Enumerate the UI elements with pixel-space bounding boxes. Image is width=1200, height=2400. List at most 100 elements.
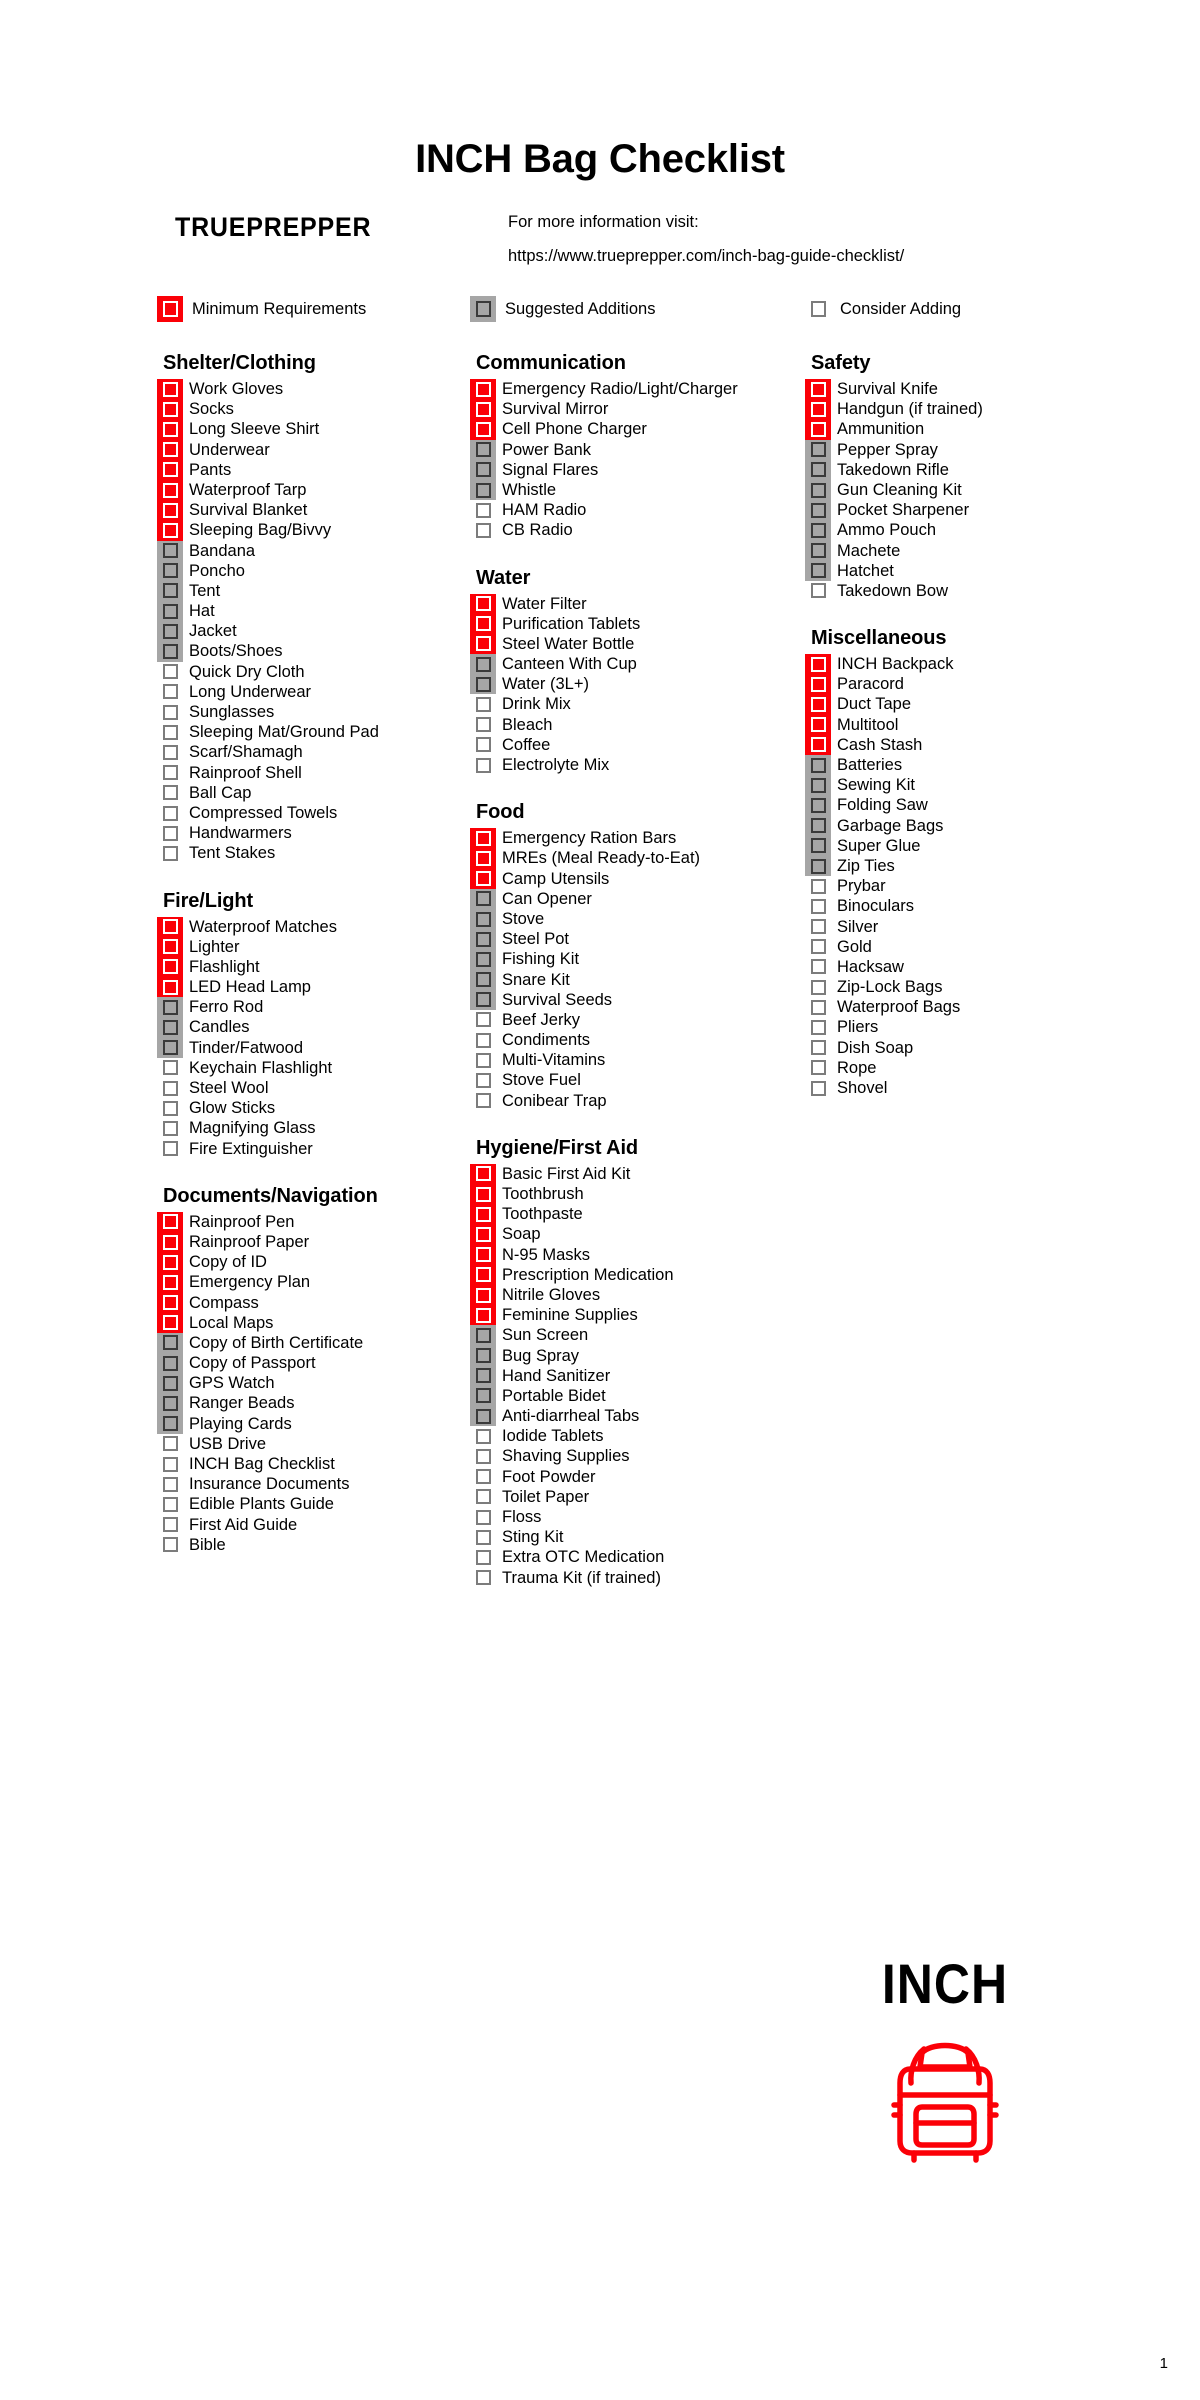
checklist-item[interactable]: Stove Fuel [470,1070,790,1090]
checklist-item[interactable]: Survival Seeds [470,989,790,1010]
checkbox-icon-gray[interactable] [157,1373,183,1394]
checkbox-icon-gray[interactable] [805,855,831,877]
checklist-item[interactable]: Hat [157,601,477,622]
checklist-item[interactable]: Toothpaste [470,1204,790,1225]
checkbox-icon-white[interactable] [470,1446,496,1466]
checkbox-icon-gray[interactable] [805,775,831,796]
checklist-item[interactable]: Super Glue [805,835,1125,856]
checklist-item[interactable]: Feminine Supplies [470,1305,790,1326]
checkbox-icon-red[interactable] [470,1284,496,1306]
checklist-item[interactable]: Steel Pot [470,929,790,950]
checkbox-icon-gray[interactable] [157,601,183,622]
checklist-item[interactable]: Sting Kit [470,1527,790,1547]
checkbox-icon-red[interactable] [157,520,183,541]
checklist-item[interactable]: Can Opener [470,888,790,909]
checklist-item[interactable]: Anti-diarrheal Tabs [470,1406,790,1427]
checkbox-icon-gray[interactable] [157,1393,183,1414]
checkbox-icon-red[interactable] [157,479,183,501]
checkbox-icon-gray[interactable] [470,908,496,930]
checkbox-icon-red[interactable] [157,399,183,420]
checkbox-icon-gray[interactable] [470,1345,496,1366]
checkbox-icon-white[interactable] [805,1017,831,1037]
checklist-item[interactable]: Ferro Rod [157,997,477,1018]
checklist-item[interactable]: Power Bank [470,439,790,460]
checkbox-icon-red[interactable] [470,593,496,614]
checklist-item[interactable]: Ranger Beads [157,1393,477,1414]
checkbox-icon-red[interactable] [805,714,831,735]
checkbox-icon-red[interactable] [157,956,183,978]
checklist-item[interactable]: Conibear Trap [470,1091,790,1111]
checklist-item[interactable]: Survival Blanket [157,500,477,521]
checklist-item[interactable]: Extra OTC Medication [470,1547,790,1567]
checkbox-icon-red[interactable] [470,828,496,849]
checkbox-icon-white[interactable] [157,1118,183,1138]
checklist-item[interactable]: Dish Soap [805,1038,1125,1058]
checklist-item[interactable]: Rainproof Pen [157,1211,477,1232]
checkbox-icon-white[interactable] [470,1426,496,1446]
checklist-item[interactable]: Takedown Rifle [805,459,1125,480]
checklist-item[interactable]: Batteries [805,755,1125,776]
checkbox-icon-gray[interactable] [805,500,831,521]
checkbox-icon-gray[interactable] [157,1413,183,1434]
checklist-item[interactable]: Emergency Plan [157,1272,477,1293]
checkbox-icon-white[interactable] [470,500,496,520]
info-url[interactable]: https://www.trueprepper.com/inch-bag-gui… [508,239,1068,273]
checkbox-icon-red[interactable] [470,379,496,400]
checkbox-icon-white[interactable] [157,1474,183,1494]
checklist-item[interactable]: Gun Cleaning Kit [805,479,1125,501]
checkbox-icon-red[interactable] [805,734,831,755]
checkbox-icon-white[interactable] [470,1568,496,1588]
checklist-item[interactable]: Flashlight [157,956,477,978]
checklist-item[interactable]: Compass [157,1292,477,1313]
checkbox-icon-red[interactable] [157,1231,183,1253]
checkbox-icon-white[interactable] [805,581,831,601]
checkbox-icon-white[interactable] [470,715,496,735]
checkbox-icon-red[interactable] [470,868,496,889]
checkbox-icon-red[interactable] [470,1204,496,1225]
checkbox-icon-red[interactable] [157,459,183,480]
checkbox-icon-red[interactable] [157,1312,183,1333]
checklist-item[interactable]: N-95 Masks [470,1244,790,1265]
checklist-item[interactable]: Pliers [805,1017,1125,1037]
checkbox-icon-red[interactable] [157,500,183,521]
checklist-item[interactable]: Sleeping Bag/Bivvy [157,520,477,541]
checkbox-icon-gray[interactable] [470,1325,496,1346]
checklist-item[interactable]: Copy of Passport [157,1353,477,1374]
checkbox-icon-white[interactable] [805,917,831,937]
checklist-item[interactable]: Pocket Sharpener [805,500,1125,521]
checkbox-icon-white[interactable] [805,896,831,916]
checklist-item[interactable]: Silver [805,917,1125,937]
checkbox-icon-white[interactable] [157,1078,183,1098]
checklist-item[interactable]: Bleach [470,715,790,735]
checkbox-icon-gray[interactable] [805,795,831,816]
checkbox-icon-white[interactable] [157,1535,183,1555]
checkbox-icon-white[interactable] [157,843,183,863]
checkbox-icon-gray[interactable] [470,989,496,1010]
checklist-item[interactable]: Bug Spray [470,1345,790,1366]
checkbox-icon-white[interactable] [470,1050,496,1070]
checkbox-icon-red[interactable] [805,654,831,675]
checklist-item[interactable]: Local Maps [157,1312,477,1333]
checklist-item[interactable]: Multi-Vitamins [470,1050,790,1070]
checklist-item[interactable]: Hatchet [805,560,1125,581]
checkbox-icon-gray[interactable] [470,1406,496,1427]
checklist-item[interactable]: Nitrile Gloves [470,1284,790,1306]
checkbox-icon-white[interactable] [157,1494,183,1514]
checklist-item[interactable]: Gold [805,937,1125,957]
checkbox-icon-gray[interactable] [157,641,183,662]
checklist-item[interactable]: Toothbrush [470,1184,790,1205]
checkbox-icon-white[interactable] [157,1454,183,1474]
checkbox-icon-white[interactable] [470,1547,496,1567]
checkbox-icon-red[interactable] [157,419,183,440]
checkbox-icon-white[interactable] [157,1098,183,1118]
checklist-item[interactable]: Quick Dry Cloth [157,662,477,682]
checkbox-icon-white[interactable] [470,755,496,775]
checkbox-icon-gray[interactable] [470,479,496,501]
checkbox-icon-white[interactable] [157,1434,183,1454]
checklist-item[interactable]: Toilet Paper [470,1487,790,1507]
checklist-item[interactable]: GPS Watch [157,1373,477,1394]
checklist-item[interactable]: Prybar [805,876,1125,896]
checklist-item[interactable]: Beef Jerky [470,1010,790,1030]
checkbox-icon-white[interactable] [805,876,831,896]
checkbox-icon-gray[interactable] [805,755,831,776]
